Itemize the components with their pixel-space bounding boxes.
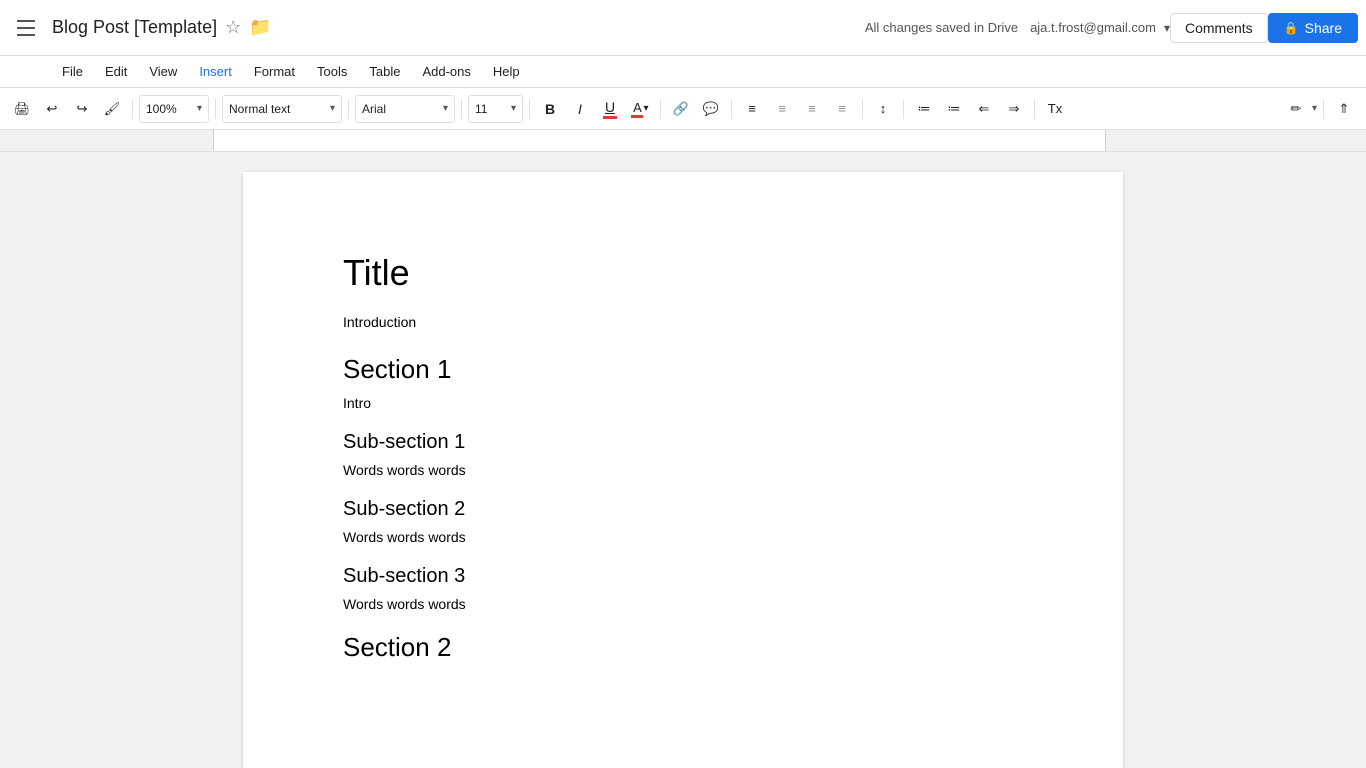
align-center-button[interactable]: ≡ [768,94,796,124]
doc-title[interactable]: Blog Post [Template] [52,17,217,38]
numbered-list-button[interactable]: ≔ [910,94,938,124]
menu-format[interactable]: Format [244,60,305,83]
doc-introduction[interactable]: Introduction [343,314,1023,330]
underline-color-bar [603,116,617,119]
doc-subsection3-heading[interactable]: Sub-section 3 [343,565,1023,588]
style-dropdown-arrow: ▾ [330,103,335,114]
zoom-value: 100% [146,102,177,116]
bold-button[interactable]: B [536,94,564,124]
folder-icon[interactable]: 📁 [249,17,271,38]
fontsize-dropdown-arrow: ▾ [511,103,516,114]
menu-file[interactable]: File [52,60,93,83]
ruler [0,130,1366,152]
fontsize-dropdown[interactable]: 11 ▾ [468,95,523,123]
comments-button[interactable]: Comments [1170,13,1268,43]
paint-format-button[interactable]: 🖌 [98,94,126,124]
link-button[interactable]: 🔗 [667,94,695,124]
ruler-inner [213,130,1106,151]
doc-subsection2-body[interactable]: Words words words [343,529,1023,545]
doc-subsection1-heading[interactable]: Sub-section 1 [343,431,1023,454]
share-button[interactable]: 🔒 Share [1268,13,1358,43]
align-right-button[interactable]: ≡ [798,94,826,124]
comment-button[interactable]: 💬 [697,94,725,124]
pen-dropdown-arrow[interactable]: ▾ [1312,103,1317,114]
doc-section1-intro[interactable]: Intro [343,395,1023,411]
collapse-button[interactable]: ⇑ [1330,94,1358,124]
toolbar-sep-11 [1323,99,1324,119]
toolbar-sep-10 [1034,99,1035,119]
pen-button[interactable]: ✏ [1282,94,1310,124]
fontsize-value: 11 [475,102,487,116]
toolbar-sep-9 [903,99,904,119]
doc-title-text[interactable]: Title [343,252,1023,294]
share-lock-icon: 🔒 [1284,21,1299,35]
increase-indent-button[interactable]: ⇒ [1000,94,1028,124]
doc-section1-heading[interactable]: Section 1 [343,354,1023,385]
doc-section2-heading[interactable]: Section 2 [343,632,1023,663]
italic-button[interactable]: I [566,94,594,124]
style-dropdown[interactable]: Normal text ▾ [222,95,342,123]
toolbar: 🖨 ↩ ↪ 🖌 100% ▾ Normal text ▾ Arial ▾ 11 … [0,88,1366,130]
bulleted-list-button[interactable]: ≔ [940,94,968,124]
toolbar-sep-2 [215,99,216,119]
main-area: Title Introduction Section 1 Intro Sub-s… [0,152,1366,768]
line-spacing-button[interactable]: ↕ [869,94,897,124]
zoom-dropdown-arrow: ▾ [197,103,202,114]
doc-title-area: Blog Post [Template] ☆ 📁 [52,17,865,38]
font-dropdown[interactable]: Arial ▾ [355,95,455,123]
justify-button[interactable]: ≡ [828,94,856,124]
doc-subsection2-heading[interactable]: Sub-section 2 [343,498,1023,521]
font-value: Arial [362,102,386,116]
toolbar-sep-1 [132,99,133,119]
share-label: Share [1305,20,1342,36]
font-dropdown-arrow: ▾ [443,103,448,114]
toolbar-sep-4 [461,99,462,119]
star-icon[interactable]: ☆ [225,17,241,38]
decrease-indent-button[interactable]: ⇐ [970,94,998,124]
toolbar-sep-5 [529,99,530,119]
redo-button[interactable]: ↪ [68,94,96,124]
print-button[interactable]: 🖨 [8,94,36,124]
style-value: Normal text [229,102,290,116]
menu-help[interactable]: Help [483,60,530,83]
user-area: aja.t.frost@gmail.com ▾ [1030,20,1170,35]
text-color-dropdown-arrow[interactable]: ▾ [643,103,648,114]
toolbar-sep-8 [862,99,863,119]
underline-button[interactable]: U [596,94,624,124]
doc-subsection1-body[interactable]: Words words words [343,462,1023,478]
doc-scroll[interactable]: Title Introduction Section 1 Intro Sub-s… [0,152,1366,768]
menu-addons[interactable]: Add-ons [412,60,480,83]
menu-view[interactable]: View [139,60,187,83]
menu-tools[interactable]: Tools [307,60,357,83]
menu-edit[interactable]: Edit [95,60,137,83]
menu-insert[interactable]: Insert [189,60,242,83]
clear-formatting-button[interactable]: Tx [1041,94,1069,124]
align-left-button[interactable]: ≡ [738,94,766,124]
text-color-button[interactable]: A ▾ [626,94,654,124]
doc-subsection3-body[interactable]: Words words words [343,596,1023,612]
zoom-dropdown[interactable]: 100% ▾ [139,95,209,123]
user-email: aja.t.frost@gmail.com [1030,20,1156,35]
menu-table[interactable]: Table [359,60,410,83]
top-bar: Blog Post [Template] ☆ 📁 All changes sav… [0,0,1366,56]
hamburger-icon[interactable] [8,10,44,46]
toolbar-sep-7 [731,99,732,119]
toolbar-sep-6 [660,99,661,119]
sync-status: All changes saved in Drive [865,20,1018,35]
doc-page: Title Introduction Section 1 Intro Sub-s… [243,172,1123,768]
undo-button[interactable]: ↩ [38,94,66,124]
toolbar-sep-3 [348,99,349,119]
menu-bar: File Edit View Insert Format Tools Table… [0,56,1366,88]
